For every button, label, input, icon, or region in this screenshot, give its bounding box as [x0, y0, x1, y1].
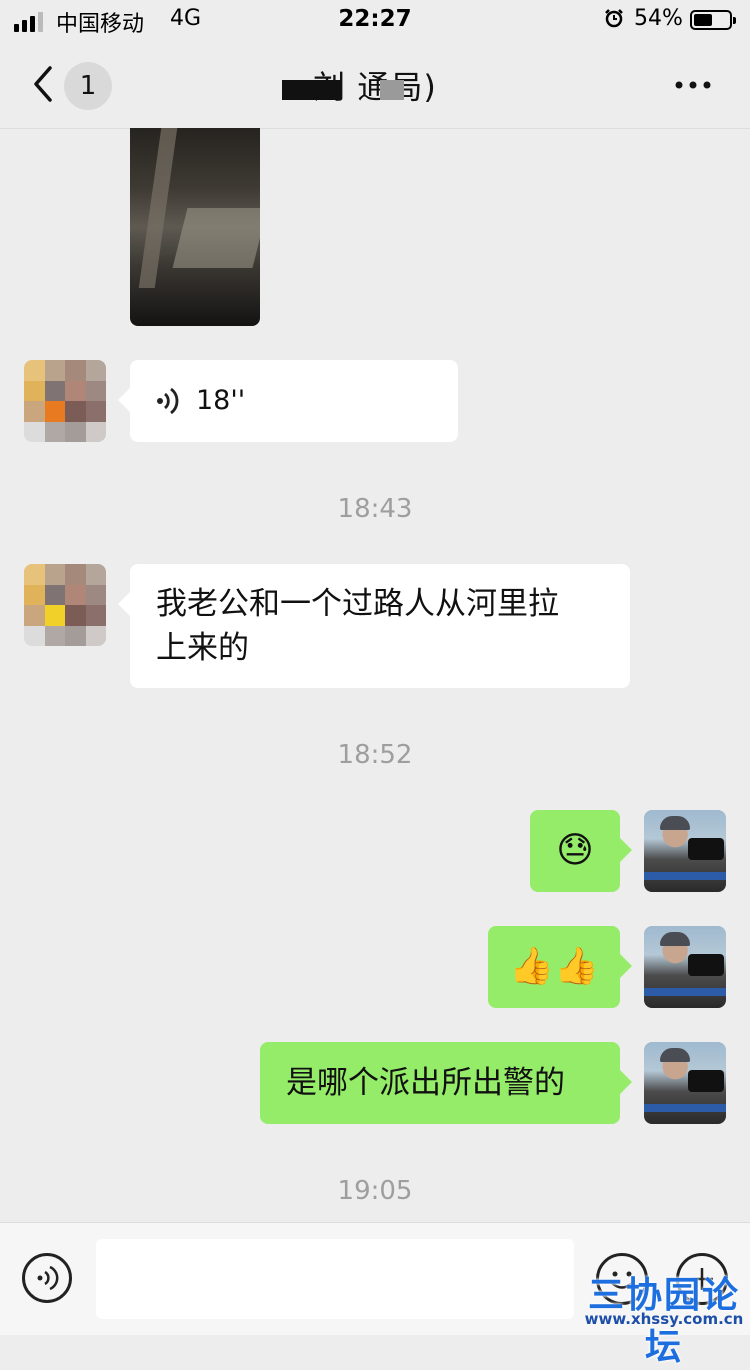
message-text-line: 我老公和一个过路人从河里拉 — [156, 586, 559, 622]
image-message[interactable] — [130, 128, 260, 326]
more-options-icon[interactable] — [668, 70, 718, 100]
voice-input-button[interactable] — [22, 1253, 72, 1303]
chat-title: 刘 通局) — [313, 68, 437, 106]
emoji-message-bubble[interactable]: 😓 — [530, 810, 632, 892]
timestamp: 18:52 — [337, 740, 413, 770]
voice-wave-icon — [37, 1265, 59, 1291]
redaction-block — [380, 80, 404, 100]
chat-header: 1 刘 通局) — [0, 40, 750, 129]
text-message-bubble[interactable]: 我老公和一个过路人从河里拉 上来的 — [118, 564, 630, 688]
battery-icon — [690, 10, 736, 30]
sweat-emoji: 😓 — [556, 830, 594, 871]
avatar-self[interactable] — [644, 1042, 726, 1124]
emoji-message-bubble[interactable]: 👍👍 — [488, 926, 632, 1008]
status-bar: 中国移动 4G 22:27 54% — [0, 0, 750, 40]
voice-wave-icon — [157, 387, 179, 415]
forum-watermark: 三协园论坛 www.xhssy.com.cn — [578, 1266, 750, 1368]
avatar-self[interactable] — [644, 810, 726, 892]
message-input[interactable] — [96, 1239, 574, 1319]
alarm-icon — [605, 9, 623, 28]
avatar-self[interactable] — [644, 926, 726, 1008]
timestamp: 18:43 — [337, 494, 413, 524]
voice-message-bubble[interactable]: 18'' — [118, 360, 458, 442]
thumbs-up-emoji: 👍👍 — [509, 946, 599, 987]
message-text: 是哪个派出所出警的 — [286, 1065, 565, 1101]
avatar[interactable] — [24, 564, 106, 646]
redaction-block — [282, 80, 340, 100]
avatar[interactable] — [24, 360, 106, 442]
battery-percent: 54% — [634, 6, 683, 31]
text-message-bubble[interactable]: 是哪个派出所出警的 — [260, 1042, 632, 1124]
timestamp: 19:05 — [337, 1176, 413, 1206]
watermark-url: www.xhssy.com.cn — [584, 1310, 744, 1328]
message-text-line: 上来的 — [156, 630, 249, 666]
voice-duration: 18'' — [196, 385, 246, 416]
